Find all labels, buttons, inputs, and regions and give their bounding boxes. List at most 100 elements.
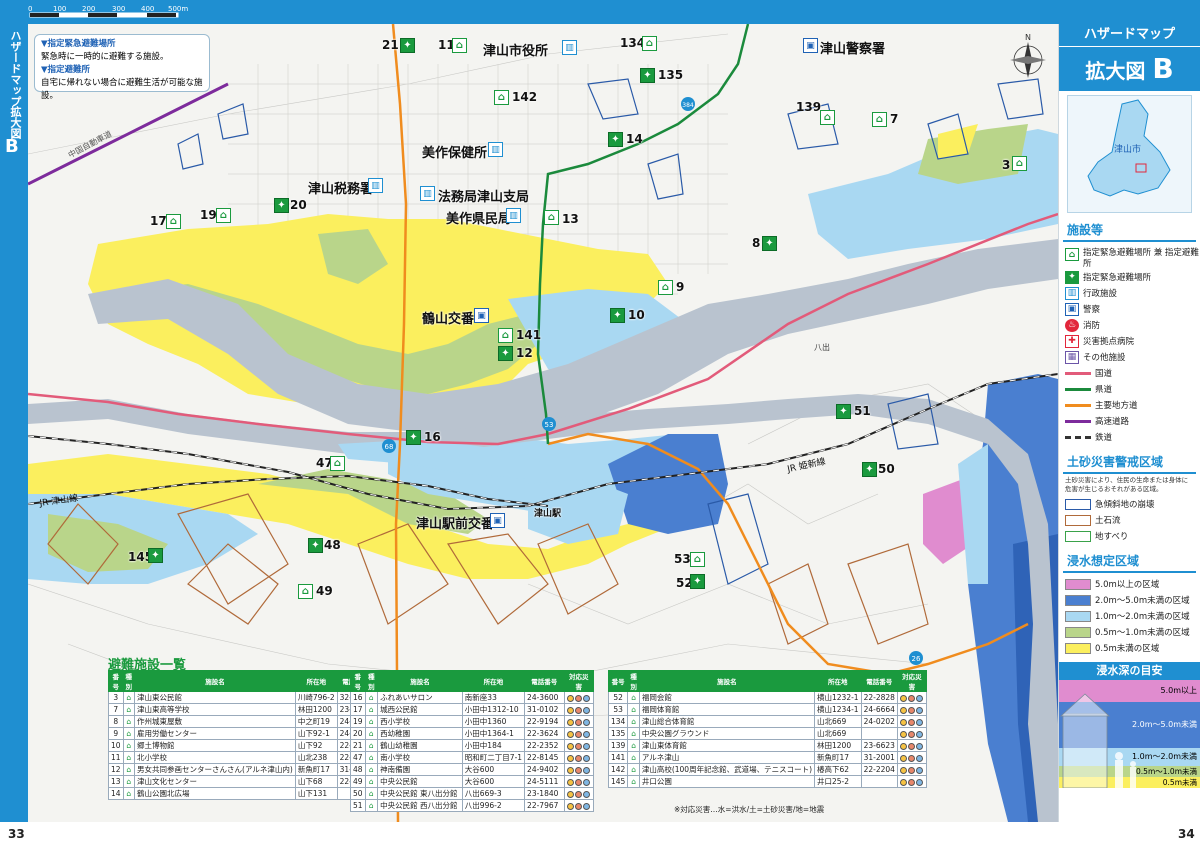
scale-label: 100 xyxy=(53,5,66,13)
shelter-address-cell: 横山1234-1 xyxy=(814,703,862,716)
shelter-icon[interactable]: ⌂ xyxy=(544,210,559,225)
table-row[interactable]: 145 ⌂ 井口公園 井口25-2 xyxy=(607,775,927,788)
table-header-row: 番号 種別 施設名 所在地 電話番号 対応災害 xyxy=(350,670,595,692)
evacuation-site-icon[interactable]: ✦ xyxy=(836,404,851,419)
road-legend: 国道 県道 主要地方道 高速道路 鉄道 xyxy=(1059,365,1200,445)
city-hall-label[interactable]: 津山市役所 xyxy=(483,40,548,59)
disaster-icon xyxy=(582,802,590,810)
national-road-line xyxy=(1065,371,1091,375)
disaster-icon xyxy=(915,718,923,726)
shelter-type-cell: ⌂ xyxy=(122,703,136,716)
evacuation-site-icon[interactable]: ✦ xyxy=(148,548,163,563)
shelter-icon[interactable]: ⌂ xyxy=(330,456,345,471)
disaster-icon xyxy=(907,742,915,750)
tsuruyama-koban-label[interactable]: 鶴山交番 xyxy=(422,308,474,327)
shelter-address-cell: 小田中1312-10 xyxy=(461,703,526,716)
shelter-icon[interactable]: ⌂ xyxy=(690,552,705,567)
table-row[interactable]: 142 ⌂ 津山高校(100周年記念館、武道場、テニスコート) 椿高下62 22-220… xyxy=(607,763,927,776)
legend-item: ▣ 警察 xyxy=(1059,301,1200,317)
shelter-icon[interactable]: ⌂ xyxy=(872,112,887,127)
flood-heading: 浸水想定区域 xyxy=(1063,548,1196,573)
shelter-icon[interactable]: ⌂ xyxy=(216,208,231,223)
table-row[interactable]: 17 ⌂ 城西公民館 小田中1312-10 31-0102 xyxy=(350,703,595,716)
main-road-line xyxy=(1065,403,1091,407)
table-row[interactable]: 134 ⌂ 津山総合体育館 山北669 24-0202 xyxy=(607,715,927,728)
shelter-icon[interactable]: ⌂ xyxy=(820,110,835,125)
shelter-icon[interactable]: ⌂ xyxy=(494,90,509,105)
svg-text:68: 68 xyxy=(385,443,394,451)
disaster-type-cell xyxy=(896,775,927,788)
shelter-table-3: 番号 種別 施設名 所在地 電話番号 対応災害 52 ⌂ 福岡会館 横山1232-1 2… xyxy=(607,670,927,788)
table-header: 対応災害 xyxy=(896,670,927,692)
legal-bureau-label[interactable]: 法務局津山支局 xyxy=(438,186,529,205)
shelter-name-cell: 雇用労働センター xyxy=(134,727,296,740)
shelter-icon[interactable]: ⌂ xyxy=(166,214,181,229)
panel-title: ハザードマップ xyxy=(1059,24,1200,46)
shelter-icon: ⌂ xyxy=(368,717,374,726)
table-row[interactable]: 48 ⌂ 神南備園 大谷600 24-9402 xyxy=(350,763,595,776)
table-row[interactable]: 20 ⌂ 西幼稚園 小田中1364-1 22-3624 xyxy=(350,727,595,740)
shelter-type-cell: ⌂ xyxy=(122,751,136,764)
scale-label: 300 xyxy=(112,5,125,13)
government-icon: ▥ xyxy=(368,178,383,193)
tax-office-label[interactable]: 津山税務署 xyxy=(308,178,373,197)
table-row[interactable]: 141 ⌂ アルネ津山 新魚町17 31-2001 xyxy=(607,751,927,764)
prefectural-bureau-label[interactable]: 美作県民局 xyxy=(446,208,511,227)
evacuation-site-icon[interactable]: ✦ xyxy=(762,236,777,251)
evacuation-site-icon[interactable]: ✦ xyxy=(640,68,655,83)
shelter-icon[interactable]: ⌂ xyxy=(658,280,673,295)
shelter-number: 9 xyxy=(676,280,685,294)
evacuation-site-icon[interactable]: ✦ xyxy=(274,198,289,213)
strip-title: ハザードマップ xyxy=(9,30,22,107)
legend-item: ✦ 指定緊急避難場所 xyxy=(1059,269,1200,285)
table-row[interactable]: 49 ⌂ 中央公民館 大谷600 24-5111 xyxy=(350,775,595,788)
table-row[interactable]: 52 ⌂ 福岡会館 横山1232-1 22-2828 xyxy=(607,691,927,704)
svg-text:384: 384 xyxy=(682,102,694,109)
evacuation-site-icon: ✦ xyxy=(1065,270,1079,284)
shelter-type-cell: ⌂ xyxy=(364,739,379,752)
table-row[interactable]: 53 ⌂ 福岡体育館 横山1234-1 24-6664 xyxy=(607,703,927,716)
table-row[interactable]: 47 ⌂ 南小学校 昭和町二丁目7-1 22-8145 xyxy=(350,751,595,764)
hospital-icon: ✚ xyxy=(1065,334,1079,348)
expressway-line xyxy=(1065,419,1091,423)
table-row[interactable]: 21 ⌂ 鶴山幼稚園 小田中184 22-2352 xyxy=(350,739,595,752)
evacuation-site-icon[interactable]: ✦ xyxy=(690,574,705,589)
shelter-phone-cell xyxy=(860,775,898,788)
shelter-number-cell: 10 xyxy=(108,739,124,752)
shelter-icon: ⌂ xyxy=(126,741,132,750)
table-row[interactable]: 19 ⌂ 西小学校 小田中1360 22-9194 xyxy=(350,715,595,728)
shelter-icon[interactable]: ⌂ xyxy=(298,584,313,599)
health-office-label[interactable]: 美作保健所 xyxy=(422,142,487,161)
shelter-icon[interactable]: ⌂ xyxy=(498,328,513,343)
shelter-info-box: ▼指定緊急避難場所 緊急時に一時的に避難する施設。 ▼指定避難所 自宅に帰れない… xyxy=(34,34,210,101)
table-row[interactable]: 50 ⌂ 中央公民館 東八出分館 八出669-3 23-1840 xyxy=(350,787,595,800)
police-station-label[interactable]: 津山警察署 xyxy=(820,38,885,57)
table-row[interactable]: 51 ⌂ 中央公民館 西八出分館 八出996-2 22-7967 xyxy=(350,799,595,812)
shelter-number-cell: 48 xyxy=(350,763,366,776)
evacuation-site-icon[interactable]: ✦ xyxy=(406,430,421,445)
evacuation-site-icon[interactable]: ✦ xyxy=(610,308,625,323)
route-shield: 384 xyxy=(681,97,695,111)
legend-item: ▥ 行政施設 xyxy=(1059,285,1200,301)
shelter-number-cell: 8 xyxy=(108,715,124,728)
evacuation-site-icon[interactable]: ✦ xyxy=(400,38,415,53)
evacuation-site-icon[interactable]: ✦ xyxy=(308,538,323,553)
evacuation-site-icon[interactable]: ✦ xyxy=(862,462,877,477)
shelter-icon[interactable]: ⌂ xyxy=(452,38,467,53)
table-row[interactable]: 135 ⌂ 中央公園グラウンド 山北669 xyxy=(607,727,927,740)
shelter-icon[interactable]: ⌂ xyxy=(642,36,657,51)
map-area[interactable]: 53 68 26 384 N 中国自動車道 JR 津山線 JR 姫新線 八出 ▼… xyxy=(28,24,1058,822)
landslide-description: 土砂災害により、住民の生命または身体に危害が生じるおそれがある区域。 xyxy=(1065,476,1189,493)
evacuation-site-icon[interactable]: ✦ xyxy=(608,132,623,147)
station-koban-label[interactable]: 津山駅前交番 xyxy=(416,513,494,532)
disaster-type-cell xyxy=(563,763,595,776)
legend-item: 土石流 xyxy=(1059,512,1200,528)
evacuation-site-icon[interactable]: ✦ xyxy=(498,346,513,361)
shelter-icon[interactable]: ⌂ xyxy=(1012,156,1027,171)
table-row[interactable]: 16 ⌂ ふれあいサロン 南新座33 24-3600 xyxy=(350,691,595,704)
shelter-address-cell: 山北669 xyxy=(814,727,862,740)
legend-item: 主要地方道 xyxy=(1059,397,1200,413)
shelter-icon: ⌂ xyxy=(368,693,374,702)
shelter-address-cell: 山北238 xyxy=(294,751,338,764)
table-row[interactable]: 139 ⌂ 津山東体育館 林田1200 23-6623 xyxy=(607,739,927,752)
